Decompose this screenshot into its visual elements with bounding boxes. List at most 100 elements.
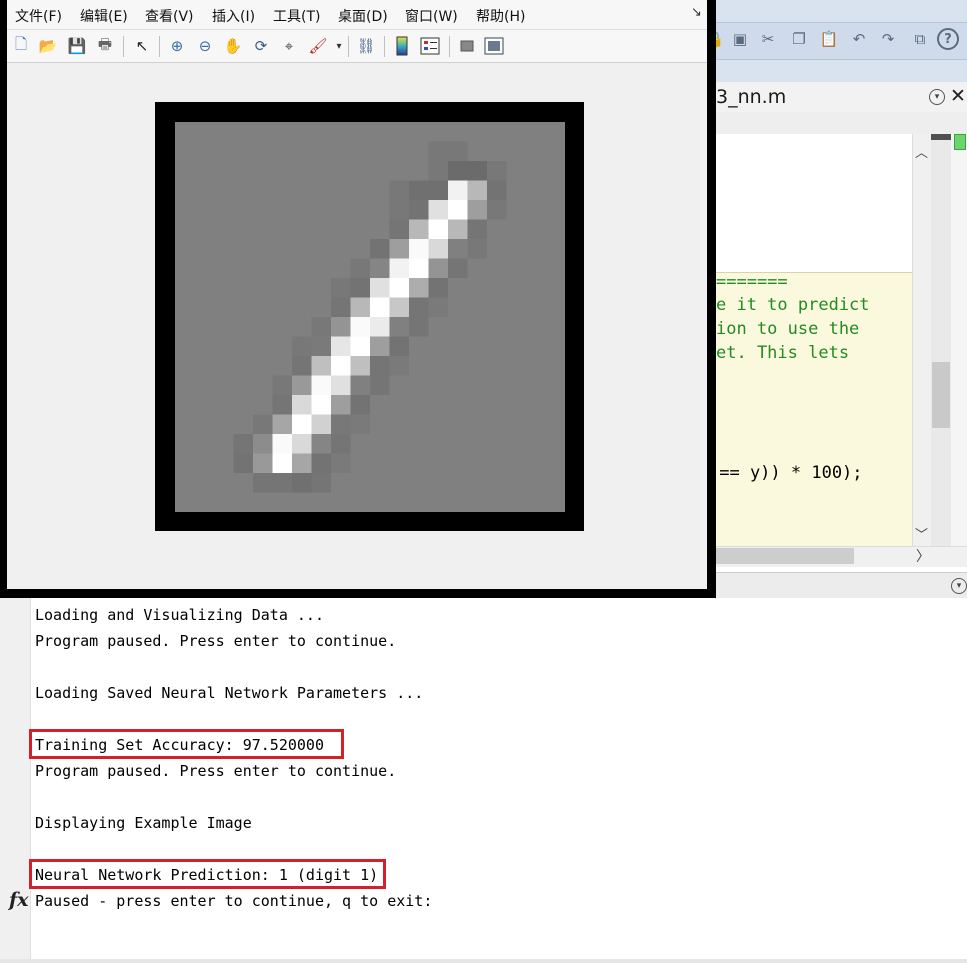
image-pixel — [311, 122, 332, 142]
image-pixel — [311, 453, 332, 474]
image-pixel — [506, 473, 527, 493]
scroll-right-icon[interactable]: 〉 — [916, 546, 930, 566]
image-pixel — [253, 200, 273, 220]
fx-icon[interactable]: fx — [9, 889, 29, 911]
horizontal-scrollbar-thumb[interactable] — [716, 548, 854, 564]
hide-plot-tools-icon[interactable] — [456, 35, 478, 57]
image-pixel — [448, 122, 468, 142]
paste-icon[interactable]: 📋 — [818, 28, 840, 50]
editor-menu-icon[interactable]: ▾ — [929, 89, 945, 105]
show-plot-tools-icon[interactable] — [483, 35, 505, 57]
save-icon[interactable]: 💾 — [66, 35, 88, 57]
image-pixel — [487, 219, 507, 240]
image-pixel — [487, 336, 507, 357]
command-window-header — [700, 572, 967, 599]
image-pixel — [389, 375, 410, 396]
image-pixel — [545, 356, 565, 376]
save-icon[interactable]: ▣ — [729, 28, 751, 50]
image-pixel — [487, 395, 507, 415]
close-icon[interactable]: ✕ — [950, 85, 966, 107]
image-pixel — [389, 219, 410, 240]
image-pixel — [448, 297, 468, 318]
scroll-up-icon[interactable]: ︿ — [915, 142, 928, 161]
image-pixel — [331, 122, 351, 142]
menu-insert[interactable]: 插入(I) — [212, 6, 255, 26]
image-pixel — [331, 141, 351, 162]
pointer-icon[interactable]: ↖ — [131, 35, 153, 57]
image-pixel — [370, 356, 390, 376]
image-pixel — [526, 200, 546, 220]
image-pixel — [526, 258, 546, 279]
zoom-out-icon[interactable]: ⊖ — [194, 35, 216, 57]
brush-icon[interactable]: 🖌 — [307, 35, 329, 57]
dock-arrow-icon[interactable]: ↘ — [691, 5, 702, 20]
legend-icon[interactable] — [419, 35, 441, 57]
code-analyzer-marker — [931, 134, 951, 140]
menu-help[interactable]: 帮助(H) — [476, 6, 525, 26]
image-pixel — [292, 278, 312, 298]
image-pixel — [214, 141, 234, 162]
code-analyzer-status-icon[interactable] — [954, 134, 966, 150]
image-pixel — [253, 492, 273, 512]
vertical-scrollbar[interactable]: ︿ ﹀ — [912, 134, 932, 546]
digit-image[interactable] — [175, 122, 565, 512]
menu-edit[interactable]: 编辑(E) — [80, 6, 128, 26]
image-pixel — [350, 395, 371, 415]
undo-icon[interactable]: ↶ — [848, 28, 870, 50]
image-pixel — [272, 473, 293, 493]
image-pixel — [506, 336, 527, 357]
cut-icon[interactable]: ✂ — [757, 28, 779, 50]
image-pixel — [545, 219, 565, 240]
image-pixel — [448, 141, 468, 162]
image-pixel — [428, 141, 449, 162]
scroll-down-icon[interactable]: ﹀ — [915, 524, 928, 543]
image-pixel — [545, 278, 565, 298]
pan-icon[interactable]: ✋ — [222, 35, 244, 57]
menu-tools[interactable]: 工具(T) — [273, 6, 320, 26]
image-pixel — [428, 375, 449, 396]
redo-icon[interactable]: ↷ — [877, 28, 899, 50]
link-plot-icon[interactable]: ⛓ — [355, 35, 377, 57]
editor-tab-filename[interactable]: 3_nn.m — [716, 86, 786, 108]
image-pixel — [409, 278, 429, 298]
new-figure-icon[interactable]: 🗋 — [10, 35, 32, 57]
image-pixel — [311, 414, 332, 435]
image-pixel — [428, 161, 449, 181]
copy-icon[interactable]: ❐ — [788, 28, 810, 50]
image-pixel — [350, 453, 371, 474]
code-editor[interactable]: ) ======= e it to predict ion to use the… — [700, 134, 912, 546]
image-pixel — [233, 453, 254, 474]
image-pixel — [428, 395, 449, 415]
image-pixel — [370, 141, 390, 162]
image-pixel — [389, 317, 410, 337]
toolbar-separator — [159, 36, 160, 57]
open-file-icon[interactable]: 📂 — [37, 35, 59, 57]
image-pixel — [370, 453, 390, 474]
image-pixel — [311, 278, 332, 298]
rotate-3d-icon[interactable]: ⟳ — [250, 35, 272, 57]
menu-window[interactable]: 窗口(W) — [405, 6, 458, 26]
image-pixel — [428, 453, 449, 474]
image-pixel — [370, 161, 390, 181]
window-icon[interactable]: ⧉ — [909, 28, 931, 50]
image-pixel — [448, 278, 468, 298]
image-pixel — [331, 239, 351, 259]
menu-view[interactable]: 查看(V) — [145, 6, 194, 26]
scrollbar-thumb[interactable] — [932, 362, 950, 428]
image-pixel — [292, 453, 312, 474]
colorbar-icon[interactable] — [391, 35, 413, 57]
image-pixel — [214, 122, 234, 142]
menu-desktop[interactable]: 桌面(D) — [338, 6, 388, 26]
toolbar-separator — [384, 36, 385, 57]
print-icon[interactable]: 🖶 — [94, 35, 116, 57]
command-prompt-line[interactable]: Paused - press enter to continue, q to e… — [35, 892, 432, 910]
image-pixel — [467, 180, 488, 201]
help-icon[interactable]: ? — [937, 28, 959, 50]
data-cursor-icon[interactable]: ⌖ — [278, 35, 300, 57]
image-pixel — [350, 317, 371, 337]
zoom-in-icon[interactable]: ⊕ — [166, 35, 188, 57]
brush-dropdown-icon[interactable]: ▾ — [328, 35, 350, 57]
image-pixel — [428, 122, 449, 142]
command-window-menu-icon[interactable]: ▾ — [951, 578, 967, 594]
menu-file[interactable]: 文件(F) — [15, 6, 62, 26]
